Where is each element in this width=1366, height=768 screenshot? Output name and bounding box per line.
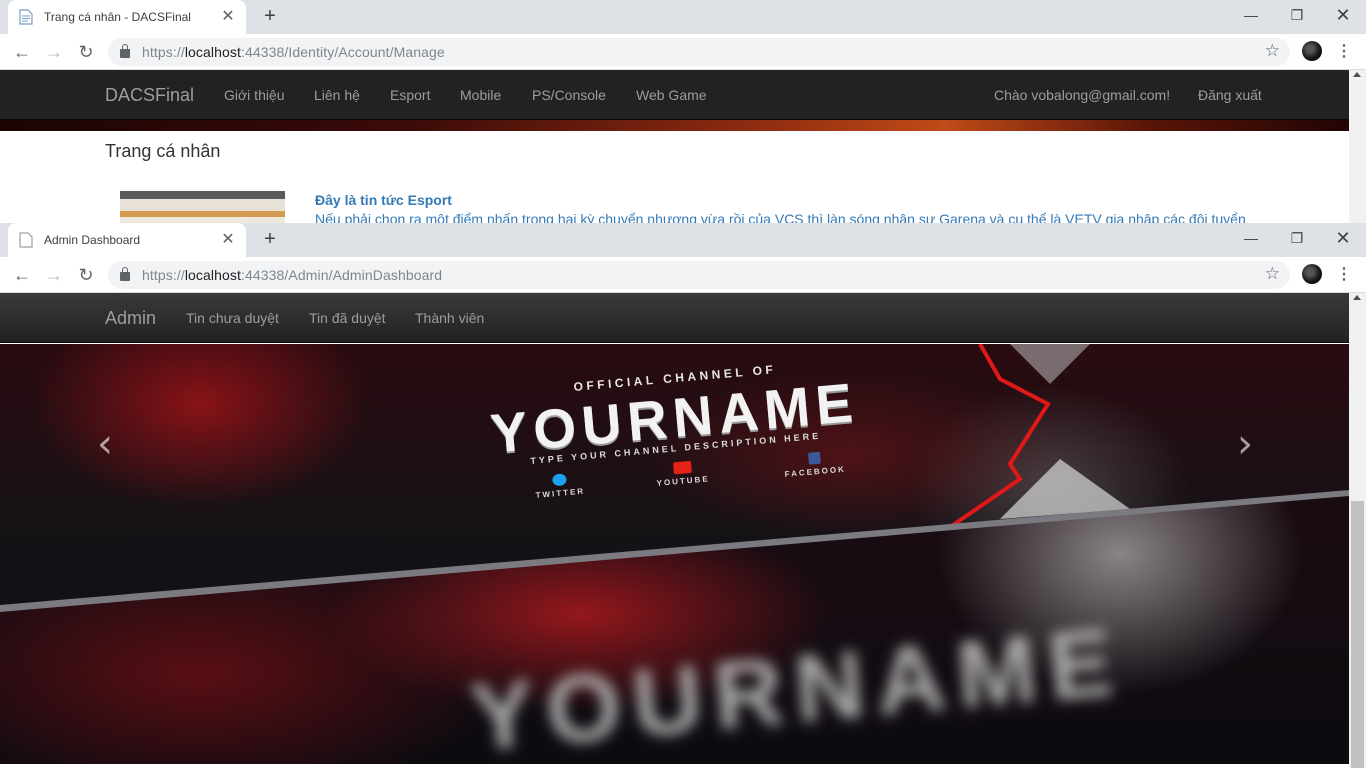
close-tab-icon[interactable]: ✕ — [220, 232, 236, 248]
lock-icon — [120, 44, 130, 58]
twitter-icon — [551, 473, 567, 487]
browser-menu-icon[interactable]: ⋮ — [1336, 263, 1352, 287]
chevron-left-icon: ‹ — [97, 421, 113, 467]
logout-link[interactable]: Đăng xuất — [1198, 87, 1262, 103]
site-navbar: DACSFinal Giới thiệu Liên hệ Esport Mobi… — [0, 70, 1349, 120]
greeting-link[interactable]: Chào vobalong@gmail.com! — [994, 87, 1170, 103]
chevron-right-icon: › — [1237, 421, 1253, 467]
back-button[interactable]: ← — [10, 263, 34, 287]
close-window-button[interactable]: ✕ — [1320, 223, 1366, 257]
facebook-icon — [807, 451, 821, 465]
nav-gioi-thieu[interactable]: Giới thiệu — [224, 87, 285, 103]
profile-avatar[interactable] — [1302, 41, 1322, 61]
address-bar[interactable]: https://localhost:44338/Admin/AdminDashb… — [108, 261, 1290, 289]
page-viewport: Admin Tin chưa duyệt Tin đã duyệt Thành … — [0, 293, 1366, 768]
reload-button[interactable]: ↻ — [74, 263, 98, 287]
browser-window-profile: Trang cá nhân - DACSFinal ✕ + — ❐ ✕ ← → … — [0, 0, 1366, 223]
bookmark-star-icon[interactable]: ☆ — [1265, 264, 1280, 284]
tab-strip: Admin Dashboard ✕ + — ❐ ✕ — [0, 223, 1366, 257]
scroll-up-icon[interactable] — [1353, 295, 1361, 300]
minimize-button[interactable]: — — [1228, 0, 1274, 34]
news-description[interactable]: Nếu phải chọn ra một điểm nhấn trong hai… — [315, 211, 1246, 223]
tab-title: Admin Dashboard — [44, 233, 141, 247]
close-tab-icon[interactable]: ✕ — [220, 9, 236, 25]
lock-icon — [120, 267, 130, 281]
brand-link[interactable]: DACSFinal — [105, 85, 194, 106]
reload-button[interactable]: ↻ — [74, 40, 98, 64]
forward-button[interactable]: → — [42, 40, 66, 64]
forward-button[interactable]: → — [42, 263, 66, 287]
new-tab-button[interactable]: + — [258, 228, 282, 252]
tab-title: Trang cá nhân - DACSFinal — [44, 10, 191, 24]
url-text: https://localhost:44338/Identity/Account… — [142, 44, 445, 60]
close-window-button[interactable]: ✕ — [1320, 0, 1366, 34]
back-button[interactable]: ← — [10, 40, 34, 64]
admin-brand-link[interactable]: Admin — [105, 308, 156, 329]
browser-toolbar: ← → ↻ https://localhost:44338/Identity/A… — [0, 34, 1366, 70]
browser-menu-icon[interactable]: ⋮ — [1336, 40, 1352, 64]
carousel-next-button[interactable]: › — [1230, 419, 1260, 469]
tab-profile[interactable]: Trang cá nhân - DACSFinal ✕ — [8, 0, 246, 34]
page-scrollbar[interactable] — [1349, 293, 1366, 768]
nav-web-game[interactable]: Web Game — [636, 87, 707, 103]
profile-avatar[interactable] — [1302, 264, 1322, 284]
scroll-up-icon[interactable] — [1353, 72, 1361, 77]
youtube-icon — [672, 460, 692, 475]
browser-toolbar: ← → ↻ https://localhost:44338/Admin/Admi… — [0, 257, 1366, 293]
nav-tin-chua-duyet[interactable]: Tin chưa duyệt — [186, 310, 279, 326]
page-icon — [18, 9, 34, 25]
news-thumbnail[interactable] — [120, 191, 285, 223]
carousel-prev-button[interactable]: ‹ — [90, 419, 120, 469]
page-viewport: DACSFinal Giới thiệu Liên hệ Esport Mobi… — [0, 70, 1366, 223]
social-twitter: TWITTER — [534, 472, 585, 500]
url-text: https://localhost:44338/Admin/AdminDashb… — [142, 267, 443, 283]
address-bar[interactable]: https://localhost:44338/Identity/Account… — [108, 38, 1290, 66]
banner-image — [0, 120, 1349, 131]
admin-navbar: Admin Tin chưa duyệt Tin đã duyệt Thành … — [0, 293, 1349, 343]
nav-ps-console[interactable]: PS/Console — [532, 87, 606, 103]
social-youtube: YOUTUBE — [655, 459, 710, 488]
browser-window-admin: Admin Dashboard ✕ + — ❐ ✕ ← → ↻ https://… — [0, 223, 1366, 768]
page-icon — [18, 232, 34, 248]
nav-mobile[interactable]: Mobile — [460, 87, 501, 103]
scrollbar-thumb[interactable] — [1351, 501, 1364, 768]
bookmark-star-icon[interactable]: ☆ — [1265, 41, 1280, 61]
nav-thanh-vien[interactable]: Thành viên — [415, 310, 484, 326]
tab-admin-dashboard[interactable]: Admin Dashboard ✕ — [8, 223, 246, 257]
minimize-button[interactable]: — — [1228, 223, 1274, 257]
restore-button[interactable]: ❐ — [1274, 0, 1320, 34]
news-title-link[interactable]: Đây là tin tức Esport — [315, 192, 452, 208]
page-title: Trang cá nhân — [105, 141, 221, 161]
nav-esport[interactable]: Esport — [390, 87, 430, 103]
nav-tin-da-duyet[interactable]: Tin đã duyệt — [309, 310, 386, 326]
new-tab-button[interactable]: + — [258, 5, 282, 29]
page-scrollbar[interactable] — [1349, 70, 1366, 223]
tab-strip: Trang cá nhân - DACSFinal ✕ + — ❐ ✕ — [0, 0, 1366, 34]
nav-lien-he[interactable]: Liên hệ — [314, 87, 360, 103]
banner-carousel: OFFICIAL CHANNEL OF YOURNAME TYPE YOUR C… — [0, 344, 1349, 764]
restore-button[interactable]: ❐ — [1274, 223, 1320, 257]
